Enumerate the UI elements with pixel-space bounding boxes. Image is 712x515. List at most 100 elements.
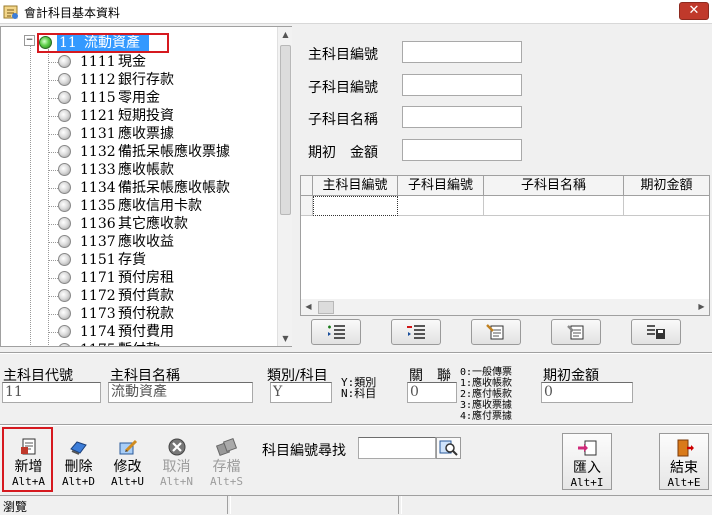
scroll-up-icon[interactable]: ▲ [278,27,293,42]
tree-node-name: 預付貨款 [118,288,174,304]
scroll-left-icon[interactable]: ◀ [301,299,316,314]
grid-edit-button[interactable] [471,319,521,345]
insert-row-icon [328,325,345,339]
save-label: 存檔 [212,459,241,475]
tree-node-code: 1172 [80,288,116,304]
tree-node-name: 零用金 [118,90,160,106]
scroll-thumb[interactable] [280,45,291,215]
tree-node-name: 預付費用 [118,324,174,340]
import-icon [576,438,598,458]
tree-node-name: 應收信用卡款 [118,198,202,214]
grid-insert-button[interactable] [311,319,361,345]
sub-code-input[interactable] [402,74,522,96]
type-field[interactable]: Y [270,382,332,403]
grid-cell[interactable] [313,196,398,216]
modify-button[interactable]: 修改 Alt+U [104,433,151,490]
delete-row-icon [407,325,425,339]
tree-node-code: 1174 [80,324,116,340]
grid-header-sub-name[interactable]: 子科目名稱 [484,176,624,196]
status-bar [0,495,712,514]
import-button[interactable]: 匯入 Alt+I [562,433,612,490]
main-code-info-field[interactable]: 11 [2,382,101,403]
tree-node-name: 銀行存款 [118,72,174,88]
tree-node-code: 1112 [80,72,116,88]
scroll-right-icon[interactable]: ▶ [694,299,709,314]
grid-header-main-code[interactable]: 主科目編號 [313,176,398,196]
tree-node-name: 備抵呆帳應收票據 [118,144,230,160]
grid-save-button[interactable] [631,319,681,345]
collapse-icon[interactable]: − [24,35,35,46]
node-icon [58,163,71,176]
opening-amount-input[interactable] [402,139,522,161]
grid-cancel-button[interactable] [551,319,601,345]
relation-hint: 0:一般傳票 [460,367,513,378]
tree-node-code: 1151 [80,252,116,268]
node-icon [58,109,71,122]
separator [0,424,712,426]
close-icon: ✕ [688,3,700,18]
window-title: 會計科目基本資料 [24,6,121,20]
delete-button[interactable]: 刪除 Alt+D [55,433,102,490]
node-icon [58,217,71,230]
grid-cell[interactable] [624,196,709,216]
grid-header-sub-code[interactable]: 子科目編號 [398,176,484,196]
grid-corner [301,176,313,196]
edit-row-icon [486,324,504,340]
tree-node-code: 1133 [80,162,116,178]
sub-name-input[interactable] [402,106,522,128]
save-shortcut: Alt+S [209,475,244,488]
grid-cell[interactable] [398,196,484,216]
opening-info-field[interactable]: 0 [541,382,633,403]
scroll-thumb[interactable] [318,301,334,314]
search-label: 科目編號尋找 [262,443,346,459]
save-button[interactable]: 存檔 Alt+S [203,433,250,490]
tree-node-name: 預付房租 [118,270,174,286]
cancel-row-icon [567,325,584,340]
cancel-icon [166,437,188,457]
status-divider [398,496,402,514]
tree-node-code: 1135 [80,198,116,214]
tree-node-name: 應收票據 [118,126,174,142]
node-icon [58,181,71,194]
tree-node-code: 1136 [80,216,116,232]
node-icon [58,325,71,338]
relation-hint: 3:應收票據 [460,400,513,411]
close-button[interactable]: ✕ [679,2,709,20]
relation-field[interactable]: 0 [407,382,457,403]
account-tree[interactable]: − 11 流動資產 1111 現金 1112 銀行存款 1115 零用金 1121 短期投資 1… [0,26,292,347]
modify-label: 修改 [113,459,142,475]
sub-name-label: 子科目名稱 [308,112,378,128]
grid-header-opening[interactable]: 期初金額 [624,176,709,196]
tree-node-name: 短期投資 [118,108,174,124]
tree-scrollbar[interactable]: ▲ ▼ [277,27,292,346]
subaccount-grid[interactable]: 主科目編號 子科目編號 子科目名稱 期初金額 [300,175,710,316]
relation-hint: 1:應收帳款 [460,378,513,389]
tree-node-code: 1137 [80,234,116,250]
tree-node-code: 1131 [80,126,116,142]
grid-hscrollbar[interactable]: ◀ ▶ [301,299,709,315]
delete-icon [68,437,90,457]
search-input[interactable] [358,437,436,459]
status-mode: 瀏覽 [3,500,28,514]
main-name-info-field[interactable]: 流動資產 [108,382,253,403]
tree-node-code: 1121 [80,108,116,124]
grid-delete-button[interactable] [391,319,441,345]
node-icon [58,73,71,86]
tree-node-code: 1175 [80,341,116,346]
tree-node-code: 1132 [80,144,116,160]
exit-button[interactable]: 結束 Alt+E [659,433,709,490]
search-button[interactable] [436,437,461,459]
tree-node-code: 1111 [80,54,116,70]
scroll-down-icon[interactable]: ▼ [278,331,293,346]
tree-node-name: 備抵呆帳應收帳款 [118,180,230,196]
tree-node-code: 1171 [80,270,116,286]
grid-cell[interactable] [484,196,624,216]
tree-node-name: 現金 [118,54,146,70]
tree-node-code: 1134 [80,180,116,196]
type-hint-n: N:科目 [341,387,377,400]
import-shortcut: Alt+I [570,476,604,489]
node-icon [58,91,71,104]
cancel-button[interactable]: 取消 Alt+N [153,433,200,490]
main-code-input[interactable] [402,41,522,63]
save-icon [215,437,238,457]
